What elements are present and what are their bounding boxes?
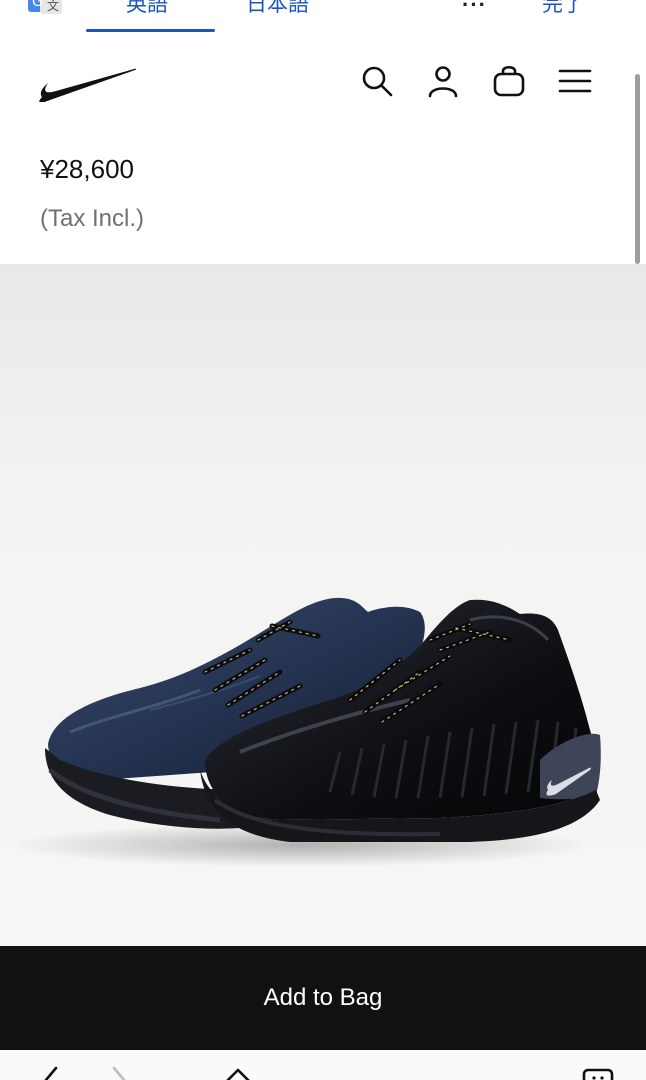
tabs-icon[interactable] xyxy=(582,1066,614,1080)
tab-english[interactable]: 英語 xyxy=(126,0,168,18)
page: G 文 英語 日本語 ··· 完了 ¥28,600 (Tax Incl.) Ad… xyxy=(0,0,646,1080)
tax-note: (Tax Incl.) xyxy=(40,205,145,232)
add-to-bag-button[interactable]: Add to Bag xyxy=(0,946,646,1050)
bag-icon[interactable] xyxy=(492,64,526,98)
product-image[interactable] xyxy=(0,264,646,946)
shoe-image xyxy=(10,597,601,867)
menu-icon[interactable] xyxy=(558,64,592,98)
tab-japanese[interactable]: 日本語 xyxy=(246,0,309,18)
translate-icon[interactable]: G 文 xyxy=(28,0,64,16)
nike-logo-icon[interactable] xyxy=(38,64,138,102)
translate-bar: G 文 英語 日本語 ··· 完了 xyxy=(0,0,646,34)
svg-text:文: 文 xyxy=(47,0,59,13)
browser-toolbar xyxy=(0,1050,646,1080)
active-tab-indicator xyxy=(86,29,215,32)
search-icon[interactable] xyxy=(360,64,394,98)
back-icon[interactable] xyxy=(34,1066,66,1080)
done-button[interactable]: 完了 xyxy=(542,0,584,18)
forward-icon[interactable] xyxy=(104,1066,136,1080)
page-scrollbar[interactable] xyxy=(635,74,640,264)
svg-text:G: G xyxy=(32,0,43,10)
account-icon[interactable] xyxy=(426,64,460,98)
site-header xyxy=(0,44,646,124)
product-price: ¥28,600 xyxy=(40,154,134,184)
more-options-button[interactable]: ··· xyxy=(462,0,487,18)
home-icon[interactable] xyxy=(222,1066,254,1080)
